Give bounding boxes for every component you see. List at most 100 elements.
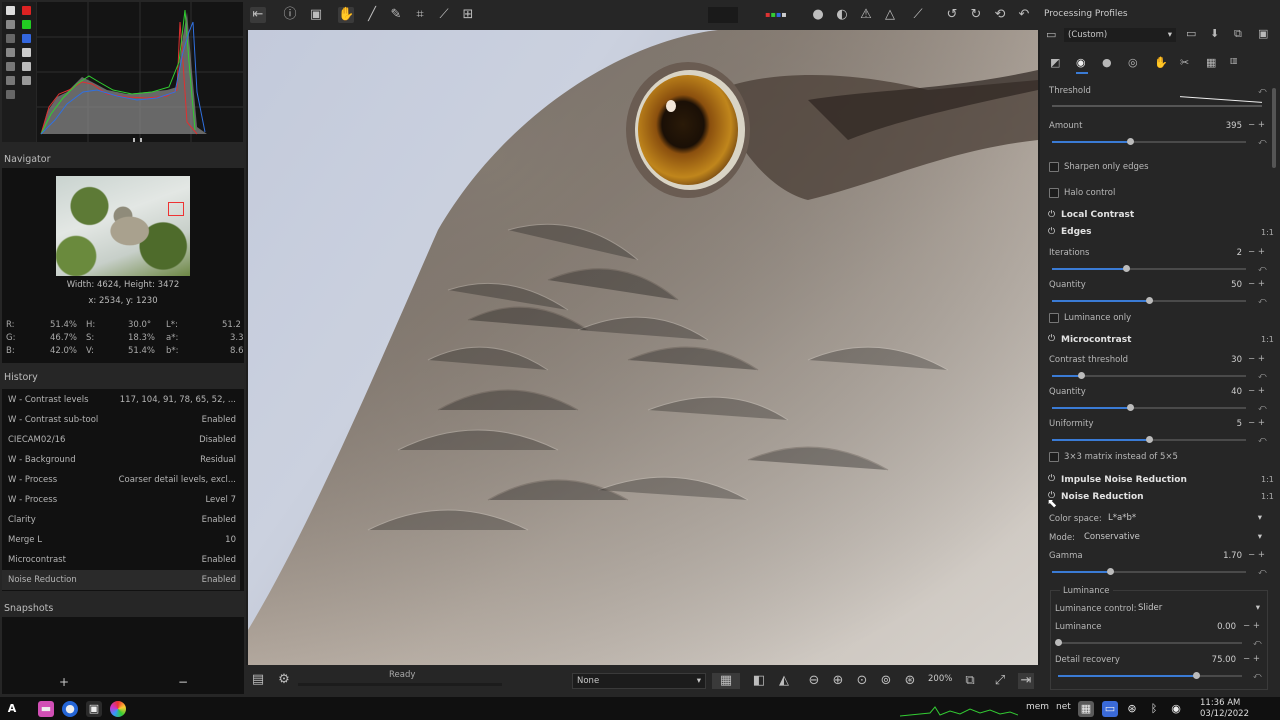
microcontrast-title[interactable]: Microcontrast	[1061, 335, 1131, 345]
gamut-warning-icon[interactable]: △	[882, 7, 898, 23]
hide-left-panel-icon[interactable]: ⇤	[250, 7, 266, 23]
rawtherapee-icon[interactable]	[110, 701, 126, 717]
edges-power-icon[interactable]: ⏻	[1048, 227, 1055, 237]
exposure-tab-icon[interactable]: ◩	[1050, 56, 1060, 69]
tray-window-icon[interactable]: ▭	[1102, 701, 1118, 717]
copy-profile-icon[interactable]: ⧉	[1234, 27, 1242, 41]
reset-icon[interactable]: ⤺	[1258, 371, 1267, 381]
transform-tab-icon[interactable]: ✂	[1180, 56, 1189, 69]
gamma-stepper[interactable]: − +	[1248, 550, 1265, 560]
profile-dropdown[interactable]: (Custom) ▾	[1064, 28, 1176, 42]
matrix-checkbox[interactable]	[1049, 452, 1059, 462]
browser-icon[interactable]: ●	[62, 701, 78, 717]
white-balance-icon[interactable]: ╱	[364, 7, 380, 23]
mc-quantity-stepper[interactable]: − +	[1248, 386, 1265, 396]
zoom-100-icon[interactable]: ⊙	[854, 673, 870, 689]
save-profile-icon[interactable]: ⬇	[1210, 27, 1219, 40]
impulse-nr-title[interactable]: Impulse Noise Reduction	[1061, 475, 1187, 485]
zoom-crop-icon[interactable]: ⊛	[902, 673, 918, 689]
gamma-slider[interactable]	[1052, 568, 1246, 575]
luminance-value[interactable]: 0.00	[1200, 622, 1236, 632]
reset-icon[interactable]: ⤺	[1258, 264, 1267, 274]
hide-right-panel-icon[interactable]: ⇥	[1018, 673, 1034, 689]
new-detail-window-icon[interactable]: ⧉	[962, 673, 978, 689]
sharpen-edges-checkbox[interactable]	[1049, 162, 1059, 172]
raw-tab-icon[interactable]: ▦	[1206, 56, 1216, 69]
contrast-threshold-stepper[interactable]: − +	[1248, 354, 1265, 364]
scale-icon[interactable]	[6, 76, 15, 85]
straighten-icon[interactable]: ⟋	[436, 7, 452, 23]
crop-icon[interactable]: ⌗	[412, 7, 428, 23]
expand-icon[interactable]	[6, 90, 15, 99]
mc-quantity-slider[interactable]	[1052, 404, 1246, 411]
scrollbar[interactable]	[1272, 88, 1276, 168]
detail-recovery-value[interactable]: 75.00	[1200, 655, 1236, 665]
reset-icon[interactable]: ⤺	[1258, 567, 1267, 577]
detail-recovery-stepper[interactable]: − +	[1243, 654, 1260, 664]
save-icon[interactable]: ▤	[250, 672, 266, 688]
history-item[interactable]: W - Contrast sub-tool Enabled	[2, 410, 240, 430]
detail-tab-icon[interactable]: ◉	[1076, 56, 1086, 69]
reset-icon[interactable]: ⤺	[1258, 435, 1267, 445]
focus-mask-icon[interactable]: ●	[810, 7, 826, 23]
tray-record-icon[interactable]: ⊛	[1124, 701, 1140, 717]
profile-select[interactable]: None ▾	[572, 673, 706, 689]
uniformity-slider[interactable]	[1052, 436, 1246, 443]
add-snapshot-button[interactable]: +	[59, 675, 69, 689]
amount-stepper[interactable]: − +	[1248, 120, 1265, 130]
history-item[interactable]: W - Background Residual	[2, 450, 240, 470]
history-item[interactable]: Microcontrast Enabled	[2, 550, 240, 570]
navigator-viewport-rect[interactable]	[168, 202, 184, 216]
zoom-in-icon[interactable]: ⊕	[830, 673, 846, 689]
reset-icon[interactable]: ⤺	[1253, 671, 1262, 681]
perspective-icon[interactable]: ⊞	[460, 7, 476, 23]
gamut-check-icon[interactable]: ◭	[776, 673, 792, 689]
chroma-icon[interactable]	[6, 48, 15, 57]
quantity-stepper[interactable]: − +	[1248, 279, 1265, 289]
color-picker-icon[interactable]: ✎	[388, 7, 404, 23]
color-management-icon[interactable]: ▦	[712, 673, 740, 689]
local-contrast-power-icon[interactable]: ⏻	[1048, 210, 1055, 220]
quantity-value[interactable]: 50	[1220, 280, 1242, 290]
start-menu-icon[interactable]: A	[4, 701, 20, 717]
remove-snapshot-button[interactable]: −	[178, 675, 188, 689]
before-after-icon[interactable]: ▣	[308, 7, 324, 23]
luminance-slider[interactable]	[1055, 639, 1242, 646]
amount-value[interactable]: 395	[1210, 121, 1242, 131]
tray-bluetooth-icon[interactable]: ᛒ	[1146, 701, 1162, 717]
impulse-nr-power-icon[interactable]: ⏻	[1048, 474, 1055, 484]
uniformity-stepper[interactable]: − +	[1248, 418, 1265, 428]
iterations-value[interactable]: 2	[1220, 248, 1242, 258]
history-item[interactable]: Merge L 10	[2, 530, 240, 550]
zoom-out-icon[interactable]: ⊖	[806, 673, 822, 689]
reset-icon[interactable]: ⤺	[1258, 296, 1267, 306]
clipped-highlights-icon[interactable]: ⚠	[858, 7, 874, 23]
file-manager-icon[interactable]: ▬	[38, 701, 54, 717]
quantity-slider[interactable]	[1052, 297, 1246, 304]
tray-discord-icon[interactable]: ◉	[1168, 701, 1184, 717]
rotate-left-icon[interactable]: ↺	[944, 7, 960, 23]
channel-preview-icons[interactable]: ▪▪▪▪	[754, 7, 798, 23]
meta-tab-icon[interactable]: ▥	[1230, 56, 1238, 65]
flip-icon[interactable]: ⟲	[992, 7, 1008, 23]
advanced-tab-icon[interactable]: ◎	[1128, 56, 1138, 69]
history-item[interactable]: CIECAM02/16 Disabled	[2, 430, 240, 450]
queue-icon[interactable]: ⚙	[276, 672, 292, 688]
image-preview[interactable]	[248, 30, 1038, 665]
tray-app-icon[interactable]: ▦	[1078, 701, 1094, 717]
undo-icon[interactable]: ↶	[1016, 7, 1032, 23]
red-channel-icon[interactable]	[22, 6, 31, 15]
contrast-threshold-slider[interactable]	[1052, 372, 1246, 379]
luminance-only-checkbox[interactable]	[1049, 313, 1059, 323]
histogram-line-icon[interactable]: ⟋	[910, 7, 926, 23]
value-icon[interactable]	[22, 62, 31, 71]
raw-icon[interactable]	[6, 20, 15, 29]
history-item[interactable]: Clarity Enabled	[2, 510, 240, 530]
history-item-selected[interactable]: Noise Reduction Enabled	[2, 570, 240, 590]
luminance-control-dropdown[interactable]: Slider ▾	[1134, 601, 1264, 615]
info-icon[interactable]	[22, 76, 31, 85]
reset-icon[interactable]: ⤺	[1258, 403, 1267, 413]
luminance-icon[interactable]	[22, 48, 31, 57]
color-space-dropdown[interactable]: L*a*b* ▾	[1104, 511, 1266, 525]
local-contrast-title[interactable]: Local Contrast	[1061, 210, 1134, 220]
